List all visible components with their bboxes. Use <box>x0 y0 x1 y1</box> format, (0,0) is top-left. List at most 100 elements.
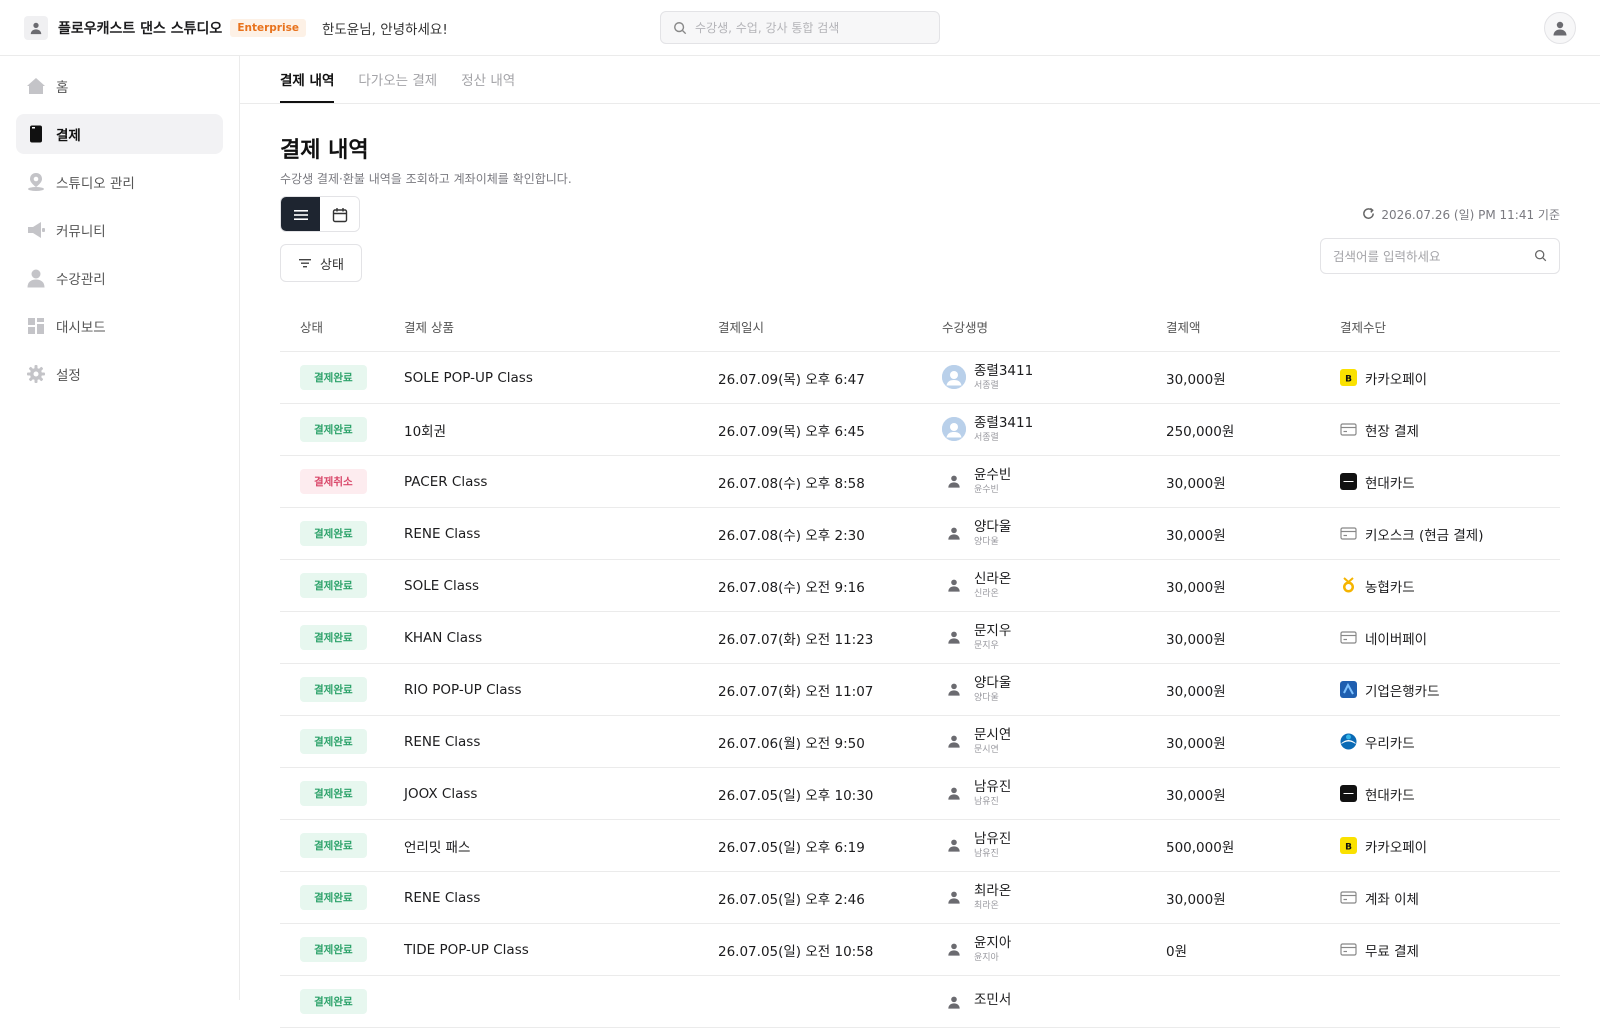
table-search-input[interactable] <box>1333 248 1523 264</box>
tab-payment-history[interactable]: 결제 내역 <box>280 69 335 103</box>
status-badge: 결제완료 <box>300 365 367 390</box>
ibkcard-icon <box>1340 681 1357 698</box>
product-cell: RENE Class <box>404 525 481 542</box>
column-header[interactable]: 수강생명 <box>942 317 1166 336</box>
sidebar-item-students[interactable]: 수강관리 <box>16 258 223 298</box>
tab-settlements[interactable]: 정산 내역 <box>461 69 515 103</box>
student-cell[interactable]: 조민서 <box>942 990 1166 1014</box>
student-avatar-icon <box>942 781 966 805</box>
list-view-button[interactable] <box>281 197 320 231</box>
table-row[interactable]: 결제완료 JOOX Class 26.07.05(일) 오후 10:30 남유진 남유진… <box>280 768 1560 820</box>
table-row[interactable]: 결제완료 SOLE Class 26.07.08(수) 오전 9:16 신라온 신라온 3… <box>280 560 1560 612</box>
student-cell[interactable]: 종렬3411 서종렬 <box>942 363 1166 392</box>
sidebar-item-settings[interactable]: 설정 <box>16 354 223 394</box>
student-name: 남유진 <box>974 831 1012 847</box>
student-cell[interactable]: 양다울 양다울 <box>942 675 1166 704</box>
student-names: 조민서 <box>974 992 1011 1010</box>
sidebar-item-home[interactable]: 홈 <box>16 66 223 106</box>
student-cell[interactable]: 남유진 남유진 <box>942 831 1166 860</box>
sidebar-item-studio[interactable]: 스튜디오 관리 <box>16 162 223 202</box>
amount-cell: 500,000원 <box>1166 839 1235 856</box>
product-cell: SOLE Class <box>404 577 480 594</box>
student-name: 문지우 <box>974 623 1012 639</box>
table-row[interactable]: 결제완료 KHAN Class 26.07.07(화) 오전 11:23 문지우 문지우… <box>280 612 1560 664</box>
timestamp-text: 2026.07.26 (일) PM 11:41 기준 <box>1381 208 1560 222</box>
product-cell: RIO POP-UP Class <box>404 681 522 698</box>
method-cell: 무료 결제 <box>1340 940 1560 960</box>
sidebar-item-label: 수강관리 <box>56 272 106 288</box>
student-cell[interactable]: 최라온 최라온 <box>942 883 1166 912</box>
top-header: 플로우캐스트 댄스 스튜디오 Enterprise 한도윤님, 안녕하세요! <box>0 0 1600 56</box>
student-cell[interactable]: 문시연 문시연 <box>942 727 1166 756</box>
student-avatar-icon <box>942 417 966 442</box>
column-header[interactable]: 결제 상품 <box>404 317 718 336</box>
status-badge: 결제완료 <box>300 885 367 910</box>
student-cell[interactable]: 윤수빈 윤수빈 <box>942 467 1166 496</box>
column-header[interactable]: 결제일시 <box>718 317 942 336</box>
student-cell[interactable]: 문지우 문지우 <box>942 623 1166 652</box>
column-header[interactable]: 결제수단 <box>1340 317 1560 336</box>
student-cell[interactable]: 윤지아 윤지아 <box>942 935 1166 964</box>
table-row[interactable]: 결제완료 SOLE POP-UP Class 26.07.09(목) 오후 6:47… <box>280 352 1560 404</box>
datetime-cell: 26.07.08(수) 오후 2:30 <box>718 527 865 544</box>
list-icon <box>293 210 308 220</box>
student-avatar-icon <box>942 573 966 597</box>
timestamp: 2026.07.26 (일) PM 11:41 기준 <box>1362 206 1560 223</box>
student-name: 윤수빈 <box>974 467 1012 483</box>
status-filter-label: 상태 <box>320 257 344 273</box>
student-cell[interactable]: 남유진 남유진 <box>942 779 1166 808</box>
gear-icon <box>26 364 46 384</box>
table-row[interactable]: 결제완료 RIO POP-UP Class 26.07.07(화) 오전 11:07… <box>280 664 1560 716</box>
table-row[interactable]: 결제취소 PACER Class 26.07.08(수) 오후 8:58 윤수빈 윤수빈… <box>280 456 1560 508</box>
table-row[interactable]: 결제완료 RENE Class 26.07.06(월) 오전 9:50 문시연 문시연 3… <box>280 716 1560 768</box>
view-toggle <box>280 196 360 232</box>
column-header[interactable]: 결제액 <box>1166 317 1340 336</box>
method-cell: B 카카오페이 <box>1340 368 1560 388</box>
studio-name[interactable]: 플로우캐스트 댄스 스튜디오 <box>58 18 222 38</box>
status-badge: 결제완료 <box>300 781 367 806</box>
nhcard-icon <box>1340 577 1357 594</box>
amount-cell: 30,000원 <box>1166 891 1226 908</box>
student-avatar-icon <box>942 521 966 545</box>
datetime-cell: 26.07.05(일) 오후 2:46 <box>718 891 865 908</box>
global-search-input[interactable] <box>695 20 915 35</box>
user-menu-button[interactable] <box>1544 12 1576 44</box>
sidebar-item-community[interactable]: 커뮤니티 <box>16 210 223 250</box>
payment-method: 기업은행카드 <box>1365 683 1440 700</box>
column-header[interactable]: 상태 <box>280 317 404 336</box>
product-cell: RENE Class <box>404 889 481 906</box>
method-cell: 현대카드 <box>1340 472 1560 492</box>
table-row[interactable]: 결제완료 10회권 26.07.09(목) 오후 6:45 종렬3411 서종렬 250,… <box>280 404 1560 456</box>
calendar-view-button[interactable] <box>320 197 359 231</box>
table-search-box[interactable] <box>1320 238 1560 274</box>
sidebar-item-dashboard[interactable]: 대시보드 <box>16 306 223 346</box>
sidebar-item-label: 대시보드 <box>56 320 106 336</box>
refresh-icon[interactable] <box>1362 207 1375 223</box>
payment-method: 현장 결제 <box>1365 423 1419 440</box>
studio-avatar-icon[interactable] <box>24 15 48 40</box>
student-avatar-icon <box>942 365 966 390</box>
table-row[interactable]: 결제완료 언리밋 패스 26.07.05(일) 오후 6:19 남유진 남유진 500,0… <box>280 820 1560 872</box>
person-icon <box>26 268 46 288</box>
status-filter-button[interactable]: 상태 <box>280 244 362 282</box>
status-cell: 결제취소 <box>280 469 404 494</box>
amount-cell: 30,000원 <box>1166 631 1226 648</box>
search-icon[interactable] <box>1534 247 1547 266</box>
sidebar-item-label: 스튜디오 관리 <box>56 176 135 192</box>
sidebar-item-payment[interactable]: 결제 <box>16 114 223 154</box>
student-names: 최라온 최라온 <box>974 883 1011 912</box>
tab-upcoming-payments[interactable]: 다가오는 결제 <box>358 69 437 103</box>
table-row[interactable]: 결제완료 TIDE POP-UP Class 26.07.05(일) 오전 10:5… <box>280 924 1560 976</box>
table-row[interactable]: 결제완료 조민서 <box>280 976 1560 1028</box>
table-header: 상태 결제 상품 결제일시 수강생명 결제액 결제수단 <box>280 302 1560 352</box>
table-row[interactable]: 결제완료 RENE Class 26.07.08(수) 오후 2:30 양다울 양다울 3… <box>280 508 1560 560</box>
card-outline-icon <box>1340 629 1357 646</box>
global-search-box[interactable] <box>660 11 940 44</box>
student-cell[interactable]: 양다울 양다울 <box>942 519 1166 548</box>
student-cell[interactable]: 종렬3411 서종렬 <box>942 415 1166 444</box>
student-real-name: 문지우 <box>974 641 999 652</box>
student-cell[interactable]: 신라온 신라온 <box>942 571 1166 600</box>
table-row[interactable]: 결제완료 RENE Class 26.07.05(일) 오후 2:46 최라온 최라온 3… <box>280 872 1560 924</box>
datetime-cell: 26.07.05(일) 오후 10:30 <box>718 787 874 804</box>
student-names: 윤지아 윤지아 <box>974 935 1011 964</box>
